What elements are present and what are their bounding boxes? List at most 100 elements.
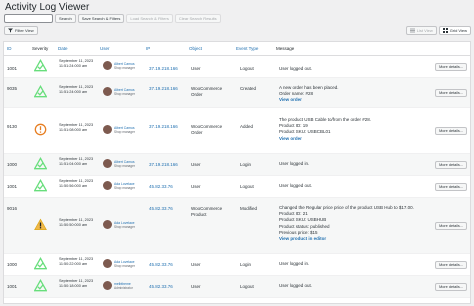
- column-date[interactable]: Date: [58, 46, 68, 51]
- log-user[interactable]: Albert Camus Shop manager: [103, 125, 135, 134]
- load-search-button[interactable]: Load Search & Filters: [126, 13, 173, 23]
- log-time: 11:50:18:000 am: [59, 284, 88, 288]
- user-name[interactable]: Albert Camus: [114, 62, 135, 66]
- user-name[interactable]: melbtheme: [114, 282, 133, 286]
- search-button[interactable]: Search: [55, 13, 76, 23]
- grid-view-button[interactable]: Grid View: [438, 26, 471, 35]
- more-details-button[interactable]: More details...: [435, 161, 467, 169]
- severity-low-icon: [33, 84, 48, 98]
- message-line: User logged in.: [279, 161, 310, 166]
- search-input[interactable]: [4, 13, 53, 23]
- user-name[interactable]: Ada Lovelace: [114, 221, 135, 225]
- log-object: WooCommerce Product: [191, 206, 222, 218]
- column-id[interactable]: ID: [7, 46, 12, 51]
- log-event-type: Created: [240, 86, 257, 91]
- severity-indicator: [33, 256, 48, 270]
- log-user[interactable]: Albert Camus Shop manager: [103, 159, 135, 168]
- save-search-button[interactable]: Save Search & Filters: [77, 13, 125, 23]
- log-id: 1001: [7, 66, 18, 71]
- avatar: [103, 220, 112, 229]
- more-details-button[interactable]: More details...: [435, 89, 467, 97]
- column-event-type[interactable]: Event Type: [236, 46, 258, 51]
- user-name[interactable]: Albert Camus: [114, 88, 135, 92]
- table-row: 1001 September 11, 2023 11:50:56:000 am Ada…: [4, 176, 470, 198]
- user-name[interactable]: Albert Camus: [114, 126, 135, 130]
- user-role: Shop manager: [114, 163, 135, 168]
- table-row: 1001 September 11, 2023 11:50:18:000 am mel…: [4, 276, 470, 298]
- log-message: User logged out.: [279, 283, 312, 289]
- message-link[interactable]: View order: [279, 97, 302, 102]
- avatar: [103, 125, 112, 134]
- more-details-button[interactable]: More details...: [435, 283, 467, 291]
- user-info: Albert Camus Shop manager: [114, 62, 135, 70]
- log-message: User logged out.: [279, 183, 312, 189]
- log-message: User logged in.: [279, 161, 309, 167]
- log-user[interactable]: Ada Lovelace Shop manager: [103, 181, 135, 190]
- object-line: User: [191, 284, 201, 289]
- more-details-button[interactable]: More details...: [435, 63, 467, 71]
- more-details-button[interactable]: More details...: [435, 261, 467, 269]
- object-line: User: [191, 162, 201, 167]
- clear-search-button[interactable]: Clear Search Results: [174, 13, 221, 23]
- user-info: Albert Camus Shop manager: [114, 160, 135, 168]
- log-user[interactable]: Albert Camus Shop manager: [103, 61, 135, 70]
- column-user[interactable]: User: [100, 46, 110, 51]
- severity-low-icon: [33, 156, 48, 170]
- grid-view-label: Grid View: [449, 28, 467, 33]
- list-view-button[interactable]: List View: [405, 26, 437, 35]
- user-name[interactable]: Albert Camus: [114, 160, 135, 164]
- log-user[interactable]: Ada Lovelace Shop manager: [103, 259, 135, 268]
- log-ip[interactable]: 45.82.33.76: [149, 184, 173, 190]
- more-details-button[interactable]: More details...: [435, 183, 467, 191]
- user-role: Shop manager: [114, 65, 135, 70]
- severity-low-icon: [33, 256, 48, 270]
- log-ip[interactable]: 37.19.218.166: [149, 162, 178, 168]
- avatar: [103, 281, 112, 290]
- filter-view-button[interactable]: Filter View: [4, 26, 38, 35]
- object-line: User: [191, 262, 201, 267]
- log-time: 11:50:56:000 am: [59, 184, 88, 188]
- user-name[interactable]: Ada Lovelace: [114, 260, 135, 264]
- user-role: Shop manager: [114, 91, 135, 96]
- user-name[interactable]: Ada Lovelace: [114, 182, 135, 186]
- message-line: User logged out.: [279, 283, 313, 288]
- object-line: Order: [191, 130, 203, 136]
- user-role: Shop manager: [114, 263, 135, 268]
- table-row: 9016 September 11, 2023 11:50:50:000 am Ada…: [4, 198, 470, 254]
- view-toggle: List View Grid View: [404, 26, 471, 35]
- log-ip[interactable]: 37.19.218.166: [149, 124, 178, 130]
- log-ip[interactable]: 37.19.218.166: [149, 86, 178, 92]
- message-link[interactable]: View product in editor: [279, 236, 326, 241]
- log-ip[interactable]: 45.82.33.76: [149, 284, 173, 290]
- user-role: Shop manager: [114, 185, 135, 190]
- more-details-button[interactable]: More details...: [435, 222, 467, 230]
- severity-indicator: [34, 123, 47, 136]
- log-event-type: Logout: [240, 284, 254, 289]
- column-object[interactable]: Object: [189, 46, 202, 51]
- log-user[interactable]: Albert Camus Shop manager: [103, 87, 135, 96]
- log-ip[interactable]: 45.82.33.76: [149, 262, 173, 268]
- log-user[interactable]: melbtheme Administrator: [103, 281, 133, 290]
- table-row: 1000 September 11, 2023 11:51:04:000 am Alb…: [4, 154, 470, 176]
- severity-medium-icon: [34, 123, 47, 136]
- message-link[interactable]: View order: [279, 136, 302, 141]
- message-line: User logged out.: [279, 66, 313, 71]
- avatar: [103, 87, 112, 96]
- severity-high-icon: [34, 218, 47, 231]
- table-row: 9130 September 11, 2023 11:51:08:000 am Alb…: [4, 108, 470, 154]
- log-ip[interactable]: 37.19.218.166: [149, 66, 178, 72]
- log-event-type: Added: [240, 124, 254, 129]
- log-id: 1000: [7, 262, 18, 267]
- message-line: User logged in.: [279, 261, 310, 266]
- log-object: User: [191, 262, 201, 268]
- log-event-type: Login: [240, 262, 252, 267]
- more-details-button[interactable]: More details...: [435, 127, 467, 135]
- object-line: User: [191, 66, 201, 71]
- avatar: [103, 259, 112, 268]
- log-id: 9035: [7, 86, 18, 91]
- log-user[interactable]: Ada Lovelace Shop manager: [103, 220, 135, 229]
- log-object: User: [191, 184, 201, 190]
- log-ip[interactable]: 45.82.33.76: [149, 206, 173, 212]
- column-ip[interactable]: IP: [146, 46, 150, 51]
- user-role: Administrator: [114, 285, 133, 290]
